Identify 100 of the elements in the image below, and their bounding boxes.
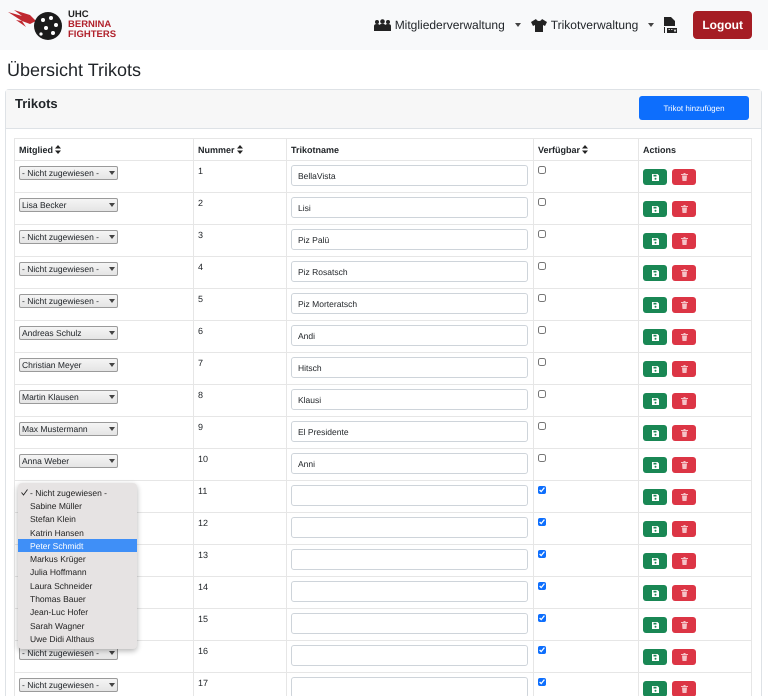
member-select[interactable]: - Nicht zugewiesen - [19,678,118,692]
jersey-name-input[interactable] [291,645,528,666]
dropdown-option[interactable]: Julia Hoffmann [18,566,137,580]
available-checkbox[interactable] [538,582,546,590]
jersey-name-input[interactable]: Piz Morteratsch [291,293,528,314]
available-checkbox[interactable] [538,422,546,430]
dropdown-option[interactable]: Sarah Wagner [18,618,137,632]
member-select[interactable]: - Nicht zugewiesen - [19,262,118,276]
delete-button[interactable] [672,329,696,345]
delete-button[interactable] [672,521,696,537]
jersey-name-input[interactable] [291,613,528,634]
available-checkbox[interactable] [538,390,546,398]
delete-button[interactable] [672,297,696,313]
dropdown-option[interactable]: Markus Krüger [18,552,137,566]
nav-menu-link[interactable]: Trikotverwaltung [530,18,654,32]
jersey-name-input[interactable]: Lisi [291,197,528,218]
save-button[interactable] [643,585,667,601]
member-select[interactable]: Max Mustermann [19,422,118,436]
column-header[interactable]: Verfügbar [538,144,580,154]
jersey-name-input[interactable]: BellaVista [291,165,528,186]
save-button[interactable] [643,521,667,537]
dropdown-option[interactable]: Katrin Hansen [18,526,137,540]
save-button[interactable] [643,265,667,281]
delete-button[interactable] [672,553,696,569]
member-select[interactable]: - Nicht zugewiesen - [19,294,118,308]
delete-button[interactable] [672,489,696,505]
member-select[interactable]: Christian Meyer [19,358,118,372]
available-checkbox[interactable] [538,326,546,334]
save-button[interactable] [643,457,667,473]
available-checkbox[interactable] [538,678,546,686]
save-button[interactable] [643,393,667,409]
available-checkbox[interactable] [538,262,546,270]
csv-file-icon[interactable] [664,17,678,33]
delete-button[interactable] [672,361,696,377]
delete-button[interactable] [672,649,696,665]
delete-button[interactable] [672,425,696,441]
dropdown-option[interactable]: Sabine Müller [18,499,137,513]
dropdown-option[interactable]: Thomas Bauer [18,592,137,606]
delete-button[interactable] [672,681,696,696]
jersey-name-input[interactable] [291,549,528,570]
delete-button[interactable] [672,169,696,185]
save-button[interactable] [643,329,667,345]
jersey-name-input[interactable]: Piz Rosatsch [291,261,528,282]
jersey-name-input[interactable]: El Presidente [291,421,528,442]
jersey-name-input[interactable] [291,677,528,696]
delete-button[interactable] [672,233,696,249]
member-select[interactable]: Andreas Schulz [19,326,118,340]
save-button[interactable] [643,201,667,217]
delete-button[interactable] [672,457,696,473]
delete-button[interactable] [672,265,696,281]
available-checkbox[interactable] [538,358,546,366]
available-checkbox[interactable] [538,614,546,622]
jersey-name-input[interactable]: Piz Palü [291,229,528,250]
jersey-name-input[interactable]: Anni [291,453,528,474]
column-header[interactable]: Nummer [198,144,235,154]
member-select[interactable]: Martin Klausen [19,390,118,404]
save-button[interactable] [643,649,667,665]
add-jersey-button[interactable]: Trikot hinzufügen [639,96,749,120]
dropdown-option[interactable]: - Nicht zugewiesen - [18,486,137,500]
dropdown-option[interactable]: Uwe Didi Althaus [18,632,137,646]
available-checkbox[interactable] [538,518,546,526]
logout-button[interactable]: Logout [693,11,752,39]
delete-button[interactable] [672,585,696,601]
jersey-name-input[interactable] [291,517,528,538]
save-button[interactable] [643,553,667,569]
save-button[interactable] [643,233,667,249]
sort-icon[interactable] [236,145,243,154]
jersey-name-input[interactable]: Andi [291,325,528,346]
dropdown-option[interactable]: Stefan Klein [18,512,137,526]
member-select[interactable]: - Nicht zugewiesen - [19,230,118,244]
member-select[interactable]: Lisa Becker [19,198,118,212]
sort-icon[interactable] [582,145,588,154]
delete-button[interactable] [672,393,696,409]
available-checkbox[interactable] [538,454,546,462]
jersey-name-input[interactable] [291,485,528,506]
available-checkbox[interactable] [538,550,546,558]
delete-button[interactable] [672,201,696,217]
save-button[interactable] [643,297,667,313]
column-header[interactable]: Mitglied [19,144,53,154]
available-checkbox[interactable] [538,198,546,206]
available-checkbox[interactable] [538,166,546,174]
save-button[interactable] [643,681,667,696]
save-button[interactable] [643,617,667,633]
save-button[interactable] [643,489,667,505]
dropdown-option[interactable]: Laura Schneider [18,579,137,592]
delete-button[interactable] [672,617,696,633]
jersey-name-input[interactable] [291,581,528,602]
available-checkbox[interactable] [538,646,546,654]
save-button[interactable] [643,169,667,185]
available-checkbox[interactable] [538,230,546,238]
member-select[interactable]: - Nicht zugewiesen - [19,166,118,180]
sort-icon[interactable] [55,145,61,154]
nav-menu-link[interactable]: Mitgliederverwaltung [374,18,521,32]
save-button[interactable] [643,425,667,441]
available-checkbox[interactable] [538,486,546,494]
dropdown-option[interactable]: Jean-Luc Hofer [18,606,137,619]
jersey-name-input[interactable]: Klausi [291,389,528,410]
available-checkbox[interactable] [538,294,546,302]
jersey-name-input[interactable]: Hitsch [291,357,528,378]
save-button[interactable] [643,361,667,377]
